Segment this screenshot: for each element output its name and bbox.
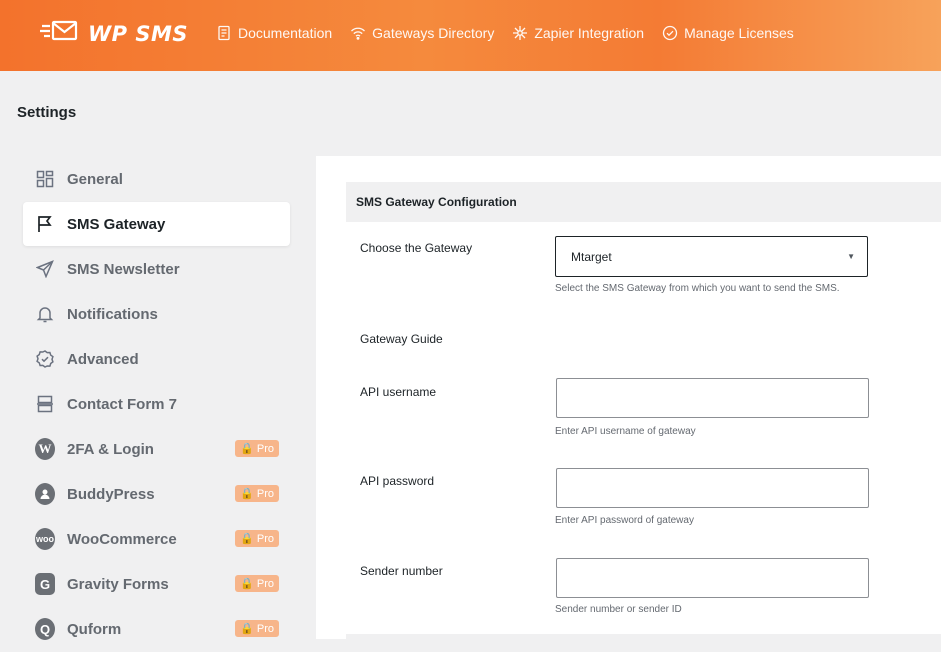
pro-badge-label: Pro — [256, 532, 274, 545]
dropdown-arrow-icon: ▼ — [847, 252, 855, 261]
nav-documentation[interactable]: Documentation — [216, 25, 332, 41]
nav-label: Gateways Directory — [372, 25, 495, 41]
sender-number-hint: Sender number or sender ID — [555, 604, 682, 615]
sidebar-item-label: WooCommerce — [67, 530, 177, 548]
sidebar-item-notifications[interactable]: Notifications — [23, 292, 290, 336]
send-icon — [35, 259, 55, 279]
sidebar-item-sms-newsletter[interactable]: SMS Newsletter — [23, 247, 290, 291]
sidebar-item-label: 2FA & Login — [67, 440, 154, 458]
sidebar-item-label: Notifications — [67, 305, 158, 323]
sender-number-label: Sender number — [360, 564, 443, 578]
gateway-guide-label: Gateway Guide — [360, 332, 443, 346]
nav-label: Manage Licenses — [684, 25, 794, 41]
api-password-label: API password — [360, 474, 435, 488]
sender-number-input[interactable] — [556, 558, 869, 598]
pro-badge-label: Pro — [256, 622, 274, 635]
lock-icon: 🔒 — [240, 533, 254, 545]
gateway-label: Choose the Gateway — [360, 241, 473, 255]
brand-logo[interactable]: WP SMS — [40, 20, 188, 47]
pro-badge: 🔒 Pro — [235, 530, 279, 547]
badge-check-icon — [35, 349, 55, 369]
pro-badge-label: Pro — [256, 577, 274, 590]
check-badge-icon — [662, 25, 678, 41]
sidebar-item-gravity-forms[interactable]: G Gravity Forms 🔒 Pro — [23, 562, 290, 606]
lock-icon: 🔒 — [240, 488, 254, 500]
pro-badge: 🔒 Pro — [235, 575, 279, 592]
flag-icon — [35, 214, 55, 234]
api-password-hint: Enter API password of gateway — [555, 515, 694, 526]
zapier-icon — [513, 26, 528, 40]
woocommerce-icon-text: woo — [35, 528, 55, 550]
envelope-logo-icon — [40, 20, 78, 47]
next-section-header — [346, 634, 941, 639]
gateway-hint: Select the SMS Gateway from which you wa… — [555, 283, 840, 294]
sidebar-item-sms-gateway[interactable]: SMS Gateway — [23, 202, 290, 246]
nav-zapier-integration[interactable]: Zapier Integration — [512, 25, 644, 41]
sidebar-item-label: Quform — [67, 620, 122, 638]
sidebar-item-label: General — [67, 170, 123, 188]
wifi-icon — [351, 27, 366, 40]
gravity-forms-icon: G — [35, 573, 55, 595]
lock-icon: 🔒 — [240, 443, 254, 455]
nav-gateways-directory[interactable]: Gateways Directory — [350, 25, 494, 41]
nav-label: Documentation — [238, 25, 333, 41]
sidebar-item-label: BuddyPress — [67, 485, 155, 503]
top-header-bar: WP SMS Documentation Gateways Directory … — [0, 0, 941, 71]
quform-icon: Q — [35, 618, 55, 640]
page-title: Settings — [17, 104, 77, 121]
sidebar-item-label: SMS Gateway — [67, 215, 166, 233]
wordpress-icon: W — [35, 438, 55, 460]
sidebar-item-label: Gravity Forms — [67, 575, 169, 593]
nav-manage-licenses[interactable]: Manage Licenses — [662, 25, 794, 41]
settings-content-panel: SMS Gateway Configuration Choose the Gat… — [316, 156, 941, 639]
sidebar-item-woocommerce[interactable]: woo WooCommerce 🔒 Pro — [23, 517, 290, 561]
sidebar-item-contact-form-7[interactable]: Contact Form 7 — [23, 382, 290, 426]
sidebar-item-buddypress[interactable]: BuddyPress 🔒 Pro — [23, 472, 290, 516]
pro-badge-label: Pro — [256, 487, 274, 500]
sidebar-item-general[interactable]: General — [23, 157, 290, 201]
section-title: SMS Gateway Configuration — [346, 182, 941, 222]
brand-name: WP SMS — [88, 21, 189, 46]
lock-icon: 🔒 — [240, 623, 254, 635]
pro-badge: 🔒 Pro — [235, 440, 279, 457]
sidebar-item-label: Advanced — [67, 350, 139, 368]
lock-icon: 🔒 — [240, 578, 254, 590]
sidebar-item-2fa-login[interactable]: W 2FA & Login 🔒 Pro — [23, 427, 290, 471]
api-username-label: API username — [360, 385, 437, 399]
sidebar-item-advanced[interactable]: Advanced — [23, 337, 290, 381]
bell-icon — [35, 304, 55, 324]
top-navigation: Documentation Gateways Directory Zapier … — [216, 25, 794, 41]
pro-badge-label: Pro — [256, 442, 274, 455]
grid-icon — [35, 169, 55, 189]
document-icon — [218, 25, 230, 41]
nav-label: Zapier Integration — [534, 25, 645, 41]
sidebar-item-label: SMS Newsletter — [67, 260, 180, 278]
api-username-input[interactable] — [556, 378, 869, 418]
woocommerce-icon: woo — [35, 528, 55, 550]
gateway-select[interactable]: Mtarget ▼ — [555, 236, 868, 277]
form-icon — [35, 394, 55, 414]
settings-sidebar: General SMS Gateway SMS Newsletter Notif… — [23, 157, 290, 652]
pro-badge: 🔒 Pro — [235, 620, 279, 637]
gateway-select-value: Mtarget — [571, 249, 612, 264]
sidebar-item-label: Contact Form 7 — [67, 395, 178, 413]
api-password-input[interactable] — [556, 468, 869, 508]
buddypress-icon — [35, 483, 55, 505]
pro-badge: 🔒 Pro — [235, 485, 279, 502]
sidebar-item-quform[interactable]: Q Quform 🔒 Pro — [23, 607, 290, 651]
api-username-hint: Enter API username of gateway — [555, 426, 696, 437]
